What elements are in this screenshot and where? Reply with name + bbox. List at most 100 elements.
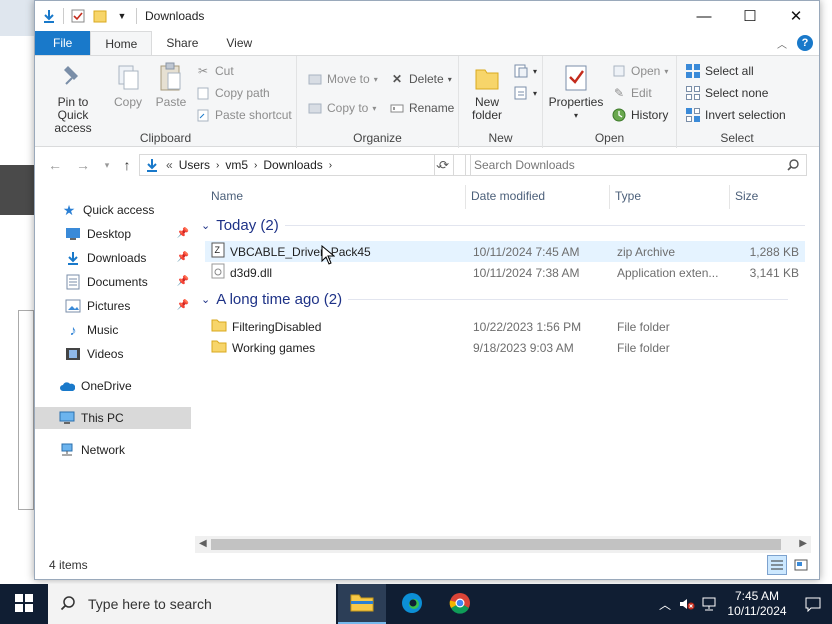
tab-share[interactable]: Share: [152, 31, 212, 55]
help-icon[interactable]: ?: [797, 35, 813, 51]
nav-downloads[interactable]: Downloads 📌: [35, 247, 191, 269]
invert-selection-button[interactable]: Invert selection: [685, 106, 786, 124]
show-hidden-icons-chevron-icon[interactable]: ︿: [654, 596, 676, 613]
file-row[interactable]: d3d9.dll 10/11/2024 7:38 AM Application …: [205, 262, 805, 283]
volume-muted-icon[interactable]: [676, 597, 698, 611]
minimize-button[interactable]: —: [681, 1, 727, 31]
breadcrumb-vm5[interactable]: vm5: [225, 158, 248, 172]
column-divider[interactable]: [729, 185, 730, 209]
paste-shortcut-button[interactable]: Paste shortcut: [195, 106, 292, 124]
refresh-icon[interactable]: ⟳: [434, 154, 454, 176]
nav-this-pc[interactable]: This PC: [35, 407, 191, 429]
select-none-icon: [685, 85, 701, 101]
clock[interactable]: 7:45 AM 10/11/2024: [720, 589, 794, 619]
copy-path-button[interactable]: Copy path: [195, 84, 270, 102]
group-header-long-ago[interactable]: ⌄ A long time ago (2): [201, 291, 789, 308]
up-arrow-icon[interactable]: ↑: [117, 155, 137, 175]
properties-button[interactable]: Properties ▾: [549, 60, 603, 122]
horizontal-scrollbar[interactable]: ◀ ▶: [195, 536, 811, 553]
nav-quick-access[interactable]: ★ Quick access: [35, 199, 191, 221]
cut-button[interactable]: ✂ Cut: [195, 62, 234, 80]
column-type-header[interactable]: Type: [615, 189, 641, 205]
pin-icon[interactable]: 📌: [177, 300, 189, 311]
nav-documents[interactable]: Documents 📌: [35, 271, 191, 293]
group-header-today[interactable]: ⌄ Today (2): [201, 217, 805, 234]
edge-taskbar-button[interactable]: [388, 584, 436, 624]
scroll-thumb[interactable]: [211, 539, 781, 550]
pin-icon[interactable]: 📌: [177, 276, 189, 287]
pin-icon[interactable]: 📌: [177, 252, 189, 263]
group-collapse-chevron-icon[interactable]: ⌄: [201, 219, 210, 232]
nav-onedrive[interactable]: OneDrive: [35, 375, 191, 397]
file-row[interactable]: Working games 9/18/2023 9:03 AM File fol…: [205, 337, 805, 358]
chrome-taskbar-button[interactable]: [436, 584, 484, 624]
copy-button[interactable]: Copy: [111, 60, 145, 109]
new-folder-button[interactable]: New folder: [467, 60, 507, 122]
group-collapse-chevron-icon[interactable]: ⌄: [201, 293, 210, 306]
forward-arrow-icon[interactable]: →: [73, 155, 93, 175]
tab-home[interactable]: Home: [90, 31, 153, 55]
network-tray-icon[interactable]: [698, 597, 720, 611]
nav-music[interactable]: ♪ Music: [35, 319, 191, 341]
paste-button[interactable]: Paste: [153, 60, 189, 109]
copy-label: Copy: [113, 95, 142, 109]
notifications-icon[interactable]: [794, 596, 832, 612]
breadcrumb-downloads[interactable]: Downloads: [263, 158, 322, 172]
scroll-right-arrow-icon[interactable]: ▶: [799, 538, 807, 549]
file-explorer-icon: [350, 592, 374, 615]
column-size-header[interactable]: Size: [735, 189, 758, 205]
search-input[interactable]: Search Downloads: [474, 158, 575, 172]
group-divider: [284, 225, 805, 226]
breadcrumb-users[interactable]: Users: [179, 158, 210, 172]
column-divider[interactable]: [609, 185, 610, 209]
ribbon-collapse-icon[interactable]: ︿: [777, 36, 787, 51]
breadcrumb-separator-icon[interactable]: ›: [216, 160, 219, 171]
open-button[interactable]: Open ▾: [611, 62, 668, 80]
tab-view[interactable]: View: [212, 31, 266, 55]
breadcrumb-overflow[interactable]: «: [166, 158, 173, 172]
tab-file[interactable]: File: [35, 31, 91, 55]
maximize-button[interactable]: ☐: [727, 1, 773, 31]
taskbar-search-input[interactable]: Type here to search: [88, 596, 212, 612]
taskbar-search-box[interactable]: Type here to search: [48, 584, 336, 624]
select-none-button[interactable]: Select none: [685, 84, 768, 102]
new-folder-icon[interactable]: [92, 8, 108, 24]
nav-desktop[interactable]: Desktop 📌: [35, 223, 191, 245]
nav-network[interactable]: Network: [35, 439, 191, 461]
background-window-dark: [0, 165, 34, 215]
scroll-left-arrow-icon[interactable]: ◀: [199, 538, 207, 549]
edit-button[interactable]: ✎ Edit: [611, 84, 652, 102]
delete-button[interactable]: ✕ Delete ▾: [389, 70, 452, 88]
pin-to-quick-access-button[interactable]: Pin to Quick access: [41, 60, 105, 135]
rename-button[interactable]: Rename: [389, 99, 454, 117]
details-view-icon[interactable]: [767, 555, 787, 575]
address-bar[interactable]: « Users › vm5 › Downloads › ⌄: [139, 154, 471, 176]
column-date-header[interactable]: Date modified: [471, 189, 545, 205]
start-button[interactable]: [0, 584, 48, 624]
search-box[interactable]: Search Downloads: [465, 154, 807, 176]
move-to-button[interactable]: Move to ▾: [307, 70, 378, 88]
zip-icon: Z: [211, 242, 225, 261]
file-row[interactable]: FilteringDisabled 10/22/2023 1:56 PM Fil…: [205, 316, 805, 337]
nav-pictures[interactable]: Pictures 📌: [35, 295, 191, 317]
column-divider[interactable]: [465, 185, 466, 209]
file-row[interactable]: Z VBCABLE_Driver_Pack45 10/11/2024 7:45 …: [205, 241, 805, 262]
new-item-button[interactable]: ▾: [513, 62, 537, 80]
recent-locations-chevron-icon[interactable]: ▾: [97, 155, 117, 175]
close-button[interactable]: ✕: [773, 1, 819, 31]
explorer-down-arrow-icon[interactable]: [41, 8, 57, 24]
nav-videos[interactable]: Videos: [35, 343, 191, 365]
properties-check-icon[interactable]: [70, 8, 86, 24]
large-icons-view-icon[interactable]: [791, 555, 811, 575]
copy-to-button[interactable]: Copy to ▾: [307, 99, 376, 117]
file-explorer-taskbar-button[interactable]: [338, 584, 386, 624]
back-arrow-icon[interactable]: ←: [45, 155, 65, 175]
history-button[interactable]: History: [611, 106, 668, 124]
breadcrumb-separator-icon[interactable]: ›: [254, 160, 257, 171]
customize-qat-icon[interactable]: ▼: [114, 8, 130, 24]
breadcrumb-separator-icon[interactable]: ›: [329, 160, 332, 171]
easy-access-button[interactable]: ▾: [513, 84, 537, 102]
select-all-button[interactable]: Select all: [685, 62, 754, 80]
pin-icon[interactable]: 📌: [177, 228, 189, 239]
column-name-header[interactable]: Name: [211, 189, 243, 205]
